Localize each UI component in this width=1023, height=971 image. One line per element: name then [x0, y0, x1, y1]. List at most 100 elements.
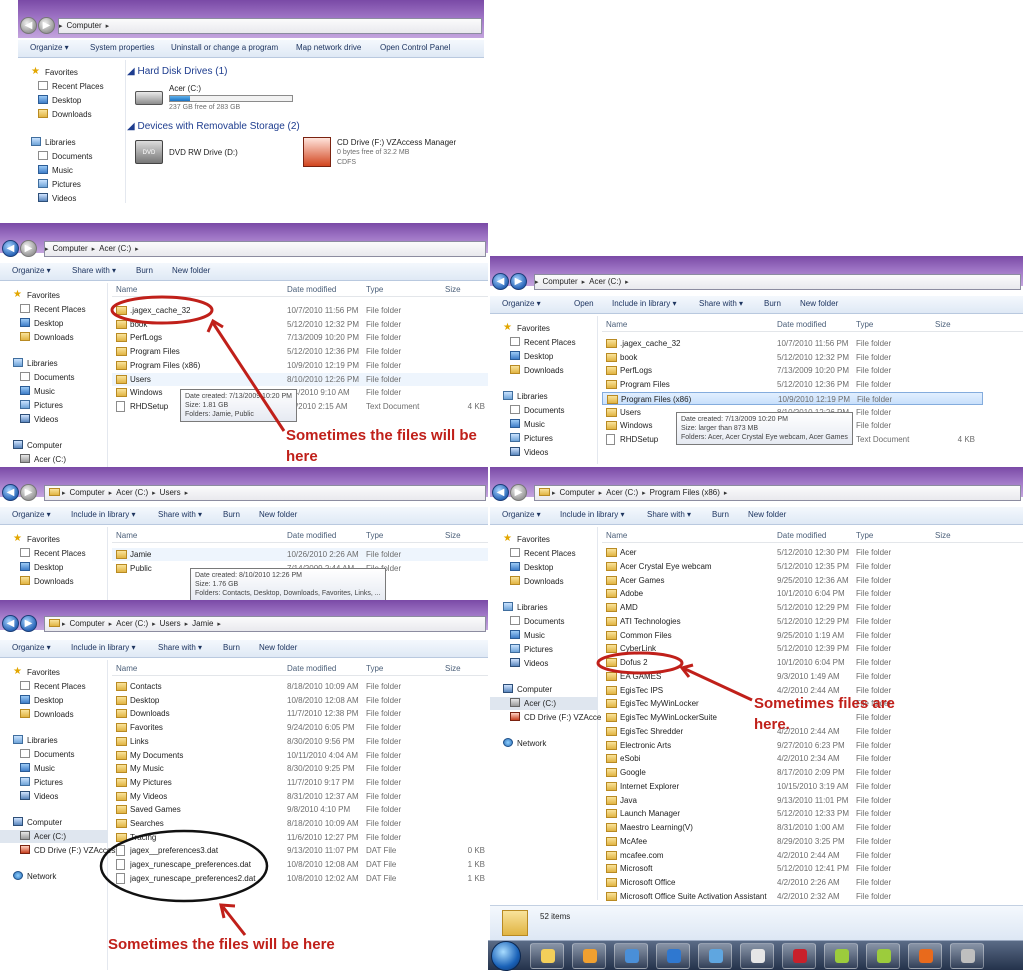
column-type[interactable]: Type	[366, 531, 383, 540]
nav-acer-c[interactable]: Acer (C:)	[0, 830, 108, 843]
table-row[interactable]: Common Files 9/25/2010 1:19 AM File folder	[602, 629, 983, 642]
nav-downloads[interactable]: Downloads	[490, 575, 598, 588]
nav-libraries[interactable]: Libraries	[0, 357, 108, 370]
nav-documents[interactable]: Documents	[0, 371, 108, 384]
green-app-icon[interactable]	[824, 943, 858, 969]
nav-downloads[interactable]: Downloads	[0, 708, 108, 721]
new-folder-button[interactable]: New folder	[172, 266, 210, 275]
forward-button[interactable]: ▶	[20, 484, 37, 501]
table-row[interactable]: Electronic Arts 9/27/2010 6:23 PM File fol…	[602, 739, 983, 752]
share-with-button[interactable]: Share with ▾	[158, 510, 202, 519]
table-row[interactable]: Downloads 11/7/2010 12:38 PM File folder	[112, 707, 488, 720]
system-properties-button[interactable]: System properties	[90, 43, 154, 52]
table-row[interactable]: Program Files 5/12/2010 12:36 PM File fold…	[112, 345, 488, 358]
pdf-icon[interactable]	[782, 943, 816, 969]
map-network-drive-button[interactable]: Map network drive	[296, 43, 361, 52]
column-name[interactable]: Name	[116, 664, 137, 673]
nav-recent-places[interactable]: Recent Places	[0, 547, 108, 560]
breadcrumb-computer[interactable]: Computer	[556, 486, 599, 500]
table-row[interactable]: Microsoft Office Suite Activation Assist…	[602, 890, 983, 903]
nav-desktop[interactable]: Desktop	[490, 561, 598, 574]
column-type[interactable]: Type	[856, 320, 873, 329]
table-row[interactable]: Jamie 10/26/2010 2:26 AM File folder	[112, 548, 488, 561]
forward-button[interactable]: ▶	[510, 484, 527, 501]
column-name[interactable]: Name	[116, 531, 137, 540]
nav-documents[interactable]: Documents	[18, 150, 126, 163]
address-bar[interactable]: ▸ Computer ▸ Acer (C:) ▸ Program Files (x86) ▸	[534, 485, 1021, 501]
table-row[interactable]: PerfLogs 7/13/2009 10:20 PM File folder	[112, 331, 488, 344]
nav-pictures[interactable]: Pictures	[0, 776, 108, 789]
address-bar[interactable]: ▸ Computer ▸ Acer (C:) ▸ Users ▸ Jamie ▸	[44, 616, 486, 632]
include-in-library-button[interactable]: Include in library ▾	[560, 510, 625, 519]
column-type[interactable]: Type	[366, 664, 383, 673]
nav-libraries[interactable]: Libraries	[490, 601, 598, 614]
nav-documents[interactable]: Documents	[490, 615, 598, 628]
nav-videos[interactable]: Videos	[18, 192, 126, 203]
breadcrumb-program-files-x86[interactable]: Program Files (x86)	[646, 486, 724, 500]
nav-downloads[interactable]: Downloads	[0, 331, 108, 344]
table-row[interactable]: Acer Crystal Eye webcam 5/12/2010 12:35 P…	[602, 560, 983, 573]
table-row[interactable]: CyberLink 5/12/2010 12:39 PM File folder	[602, 642, 983, 655]
back-button[interactable]: ◀	[20, 17, 37, 34]
table-row[interactable]: Searches 8/18/2010 10:09 AM File folder	[112, 817, 488, 830]
drive-c-tile[interactable]: Acer (C:) 237 GB free of 283 GB	[135, 83, 305, 115]
nav-favorites[interactable]: ★ Favorites	[0, 289, 108, 302]
table-row[interactable]: Adobe 10/1/2010 6:04 PM File folder	[602, 587, 983, 600]
nav-computer[interactable]: Computer	[490, 683, 598, 696]
table-row[interactable]: Acer 5/12/2010 12:30 PM File folder	[602, 546, 983, 559]
table-row[interactable]: Windows8/4/2010 9:10 AMFile folder	[112, 386, 488, 399]
address-bar[interactable]: ▸ Computer ▸	[58, 18, 482, 34]
table-row[interactable]: Dofus 2 10/1/2010 6:04 PM File folder	[602, 656, 983, 669]
table-row[interactable]: RHDSetup10/2010 2:15 AMText Document4 KB	[112, 400, 488, 413]
nav-desktop[interactable]: Desktop	[0, 317, 108, 330]
new-folder-button[interactable]: New folder	[800, 299, 838, 308]
nav-favorites[interactable]: ★ Favorites	[490, 322, 598, 335]
nav-favorites[interactable]: ★ Favorites	[0, 533, 108, 546]
nav-desktop[interactable]: Desktop	[18, 94, 126, 107]
breadcrumb-acer-c[interactable]: Acer (C:)	[602, 486, 642, 500]
table-row[interactable]: Microsoft Office 4/2/2010 2:26 AM File fol…	[602, 876, 983, 889]
table-row[interactable]: Tracing 11/6/2010 12:27 PM File folder	[112, 831, 488, 844]
nav-videos[interactable]: Videos	[490, 446, 598, 459]
share-with-button[interactable]: Share with ▾	[699, 299, 743, 308]
table-row[interactable]: Program Files (x86) 10/9/2010 12:19 PM Fil…	[112, 359, 488, 372]
uninstall-program-button[interactable]: Uninstall or change a program	[171, 43, 278, 52]
breadcrumb-jamie[interactable]: Jamie	[188, 617, 217, 631]
nav-network[interactable]: Network	[0, 870, 108, 883]
forward-button[interactable]: ▶	[510, 273, 527, 290]
address-bar[interactable]: ▸ Computer ▸ Acer (C:) ▸	[534, 274, 1021, 290]
breadcrumb-acer-c[interactable]: Acer (C:)	[112, 617, 152, 631]
table-row[interactable]: jagex_runescape_preferences.dat 10/8/2010…	[112, 858, 488, 871]
nav-libraries[interactable]: Libraries	[0, 734, 108, 747]
table-row[interactable]: Microsoft 5/12/2010 12:41 PM File folder	[602, 862, 983, 875]
nav-recent-places[interactable]: Recent Places	[18, 80, 126, 93]
back-button[interactable]: ◀	[2, 240, 19, 257]
back-button[interactable]: ◀	[492, 273, 509, 290]
burn-button[interactable]: Burn	[764, 299, 781, 308]
breadcrumb-computer[interactable]: Computer	[539, 275, 582, 289]
table-row[interactable]: .jagex_cache_32 10/7/2010 11:56 PM File fo…	[112, 304, 488, 317]
column-size[interactable]: Size	[445, 531, 461, 540]
organize-button[interactable]: Organize ▾	[30, 43, 69, 52]
open-button[interactable]: Open	[574, 299, 594, 308]
green-app-icon[interactable]	[866, 943, 900, 969]
nav-music[interactable]: Music	[490, 418, 598, 431]
nav-favorites[interactable]: ★ Favorites	[0, 666, 108, 679]
column-date-modified[interactable]: Date modified	[777, 531, 826, 540]
column-date-modified[interactable]: Date modified	[287, 285, 336, 294]
nav-pictures[interactable]: Pictures	[18, 178, 126, 191]
column-date-modified[interactable]: Date modified	[777, 320, 826, 329]
nav-network[interactable]: Network	[490, 737, 598, 750]
burn-button[interactable]: Burn	[223, 643, 240, 652]
table-row[interactable]: book 5/12/2010 12:32 PM File folder	[602, 351, 983, 364]
breadcrumb-computer[interactable]: Computer	[66, 486, 109, 500]
table-row[interactable]: jagex_runescape_preferences2.dat 10/8/201…	[112, 872, 488, 885]
breadcrumb-acer-c[interactable]: Acer (C:)	[585, 275, 625, 289]
nav-pictures[interactable]: Pictures	[0, 399, 108, 412]
table-row[interactable]: AMD 5/12/2010 12:29 PM File folder	[602, 601, 983, 614]
table-row[interactable]: My Music 8/30/2010 9:25 PM File folder	[112, 762, 488, 775]
picture-icon[interactable]	[698, 943, 732, 969]
share-with-button[interactable]: Share with ▾	[72, 266, 116, 275]
share-with-button[interactable]: Share with ▾	[647, 510, 691, 519]
burn-button[interactable]: Burn	[712, 510, 729, 519]
